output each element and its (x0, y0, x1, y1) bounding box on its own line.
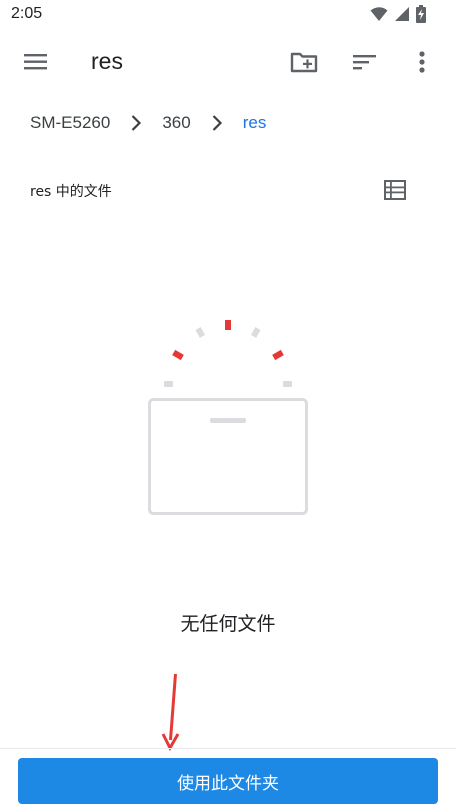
section-header: res 中的文件 (30, 178, 410, 204)
annotation-arrow-icon (161, 673, 180, 752)
status-icons (370, 5, 426, 23)
menu-button[interactable] (22, 48, 50, 76)
new-folder-icon (290, 52, 318, 73)
app-bar: res (0, 38, 456, 86)
sort-button[interactable] (351, 48, 379, 76)
breadcrumb-item-device[interactable]: SM-E5260 (30, 113, 110, 133)
list-view-button[interactable] (382, 178, 408, 202)
page-title: res (91, 48, 123, 74)
empty-state-message: 无任何文件 (180, 613, 276, 635)
signal-icon (395, 7, 409, 21)
menu-icon (24, 54, 47, 70)
empty-folder-icon (148, 320, 308, 515)
status-time: 2:05 (11, 5, 43, 22)
chevron-right-icon (212, 115, 222, 131)
list-view-icon (384, 180, 406, 200)
use-this-folder-button[interactable]: 使用此文件夹 (18, 758, 438, 804)
breadcrumb: SM-E5260 360 res (30, 110, 266, 136)
section-title: res 中的文件 (30, 184, 112, 200)
wifi-icon (370, 7, 388, 21)
bottom-divider (0, 748, 456, 749)
breadcrumb-item-res[interactable]: res (243, 113, 267, 133)
new-folder-button[interactable] (289, 48, 319, 76)
more-options-button[interactable] (412, 48, 432, 76)
status-bar: 2:05 (0, 0, 456, 30)
breadcrumb-item-360[interactable]: 360 (162, 113, 190, 133)
chevron-right-icon (132, 115, 142, 131)
more-vert-icon (419, 51, 425, 73)
battery-charging-icon (416, 5, 426, 23)
sort-icon (353, 55, 376, 70)
